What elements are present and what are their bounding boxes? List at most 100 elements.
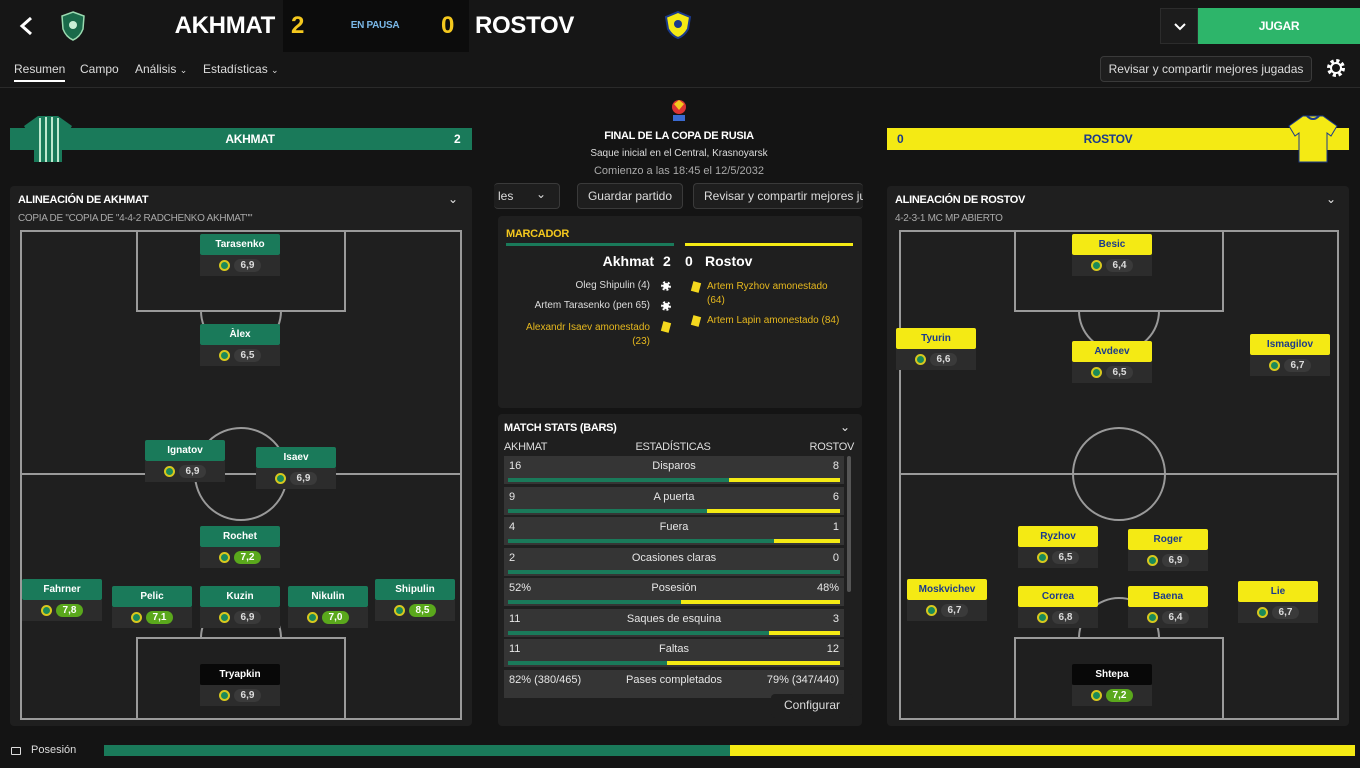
player-card[interactable]: Correa 6,8 bbox=[1018, 586, 1098, 628]
away-banner-score: 0 bbox=[897, 132, 904, 146]
form-icon bbox=[218, 690, 230, 701]
review-highlights-button[interactable]: Revisar y compartir mejores jugadas bbox=[1100, 56, 1312, 82]
player-card[interactable]: Besic 6,4 bbox=[1072, 234, 1152, 276]
review-share-button[interactable]: Revisar y compartir mejores ju bbox=[693, 183, 863, 209]
tab-estadisticas-label: Estadísticas bbox=[203, 62, 268, 76]
player-name: Besic bbox=[1072, 234, 1152, 255]
player-card[interactable]: Ismagilov 6,7 bbox=[1250, 334, 1330, 376]
form-icon bbox=[218, 552, 230, 563]
away-shirt-icon bbox=[1287, 112, 1339, 164]
stat-away-value: 48% bbox=[816, 582, 839, 594]
rating-value: 6,7 bbox=[940, 604, 969, 617]
rating-value: 6,7 bbox=[1283, 359, 1312, 372]
form-icon bbox=[130, 612, 142, 623]
stat-row: 16 Disparos 8 bbox=[504, 456, 844, 484]
rating-value: 6,4 bbox=[1105, 259, 1134, 272]
configure-button[interactable]: Configurar bbox=[771, 694, 853, 718]
player-card[interactable]: Tyurin 6,6 bbox=[896, 328, 976, 370]
footer-toggle-icon[interactable] bbox=[11, 747, 21, 755]
footer-label: Posesión bbox=[31, 744, 77, 756]
dropdown-button[interactable] bbox=[1160, 8, 1198, 44]
scoreboard-home-team: Akhmat bbox=[602, 253, 654, 269]
player-name: Ismagilov bbox=[1250, 334, 1330, 355]
rating-value: 7,0 bbox=[321, 611, 350, 624]
home-card-event: Alexandr Isaev amonestado (23) bbox=[526, 322, 650, 347]
player-card[interactable]: Tarasenko 6,9 bbox=[200, 234, 280, 276]
gear-icon[interactable] bbox=[1325, 57, 1347, 79]
tab-campo[interactable]: Campo bbox=[80, 62, 119, 76]
top-bar: AKHMAT 2 EN PAUSA 0 ROSTOV JUGAR bbox=[0, 0, 1360, 54]
player-card[interactable]: Nikulin 7,0 bbox=[288, 586, 368, 628]
stats-scrollbar[interactable] bbox=[847, 456, 851, 592]
player-name: Shtepa bbox=[1072, 664, 1152, 685]
home-shirt-icon bbox=[22, 112, 74, 164]
player-card[interactable]: Shtepa 7,2 bbox=[1072, 664, 1152, 706]
form-icon bbox=[274, 473, 286, 484]
player-card[interactable]: Roger 6,9 bbox=[1128, 529, 1208, 571]
form-icon bbox=[163, 466, 175, 477]
form-icon bbox=[306, 612, 318, 623]
home-banner-team: AKHMAT bbox=[225, 132, 275, 146]
player-card[interactable]: Isaev 6,9 bbox=[256, 447, 336, 489]
rating-value: 7,2 bbox=[1105, 689, 1134, 702]
form-icon bbox=[218, 350, 230, 361]
player-rating: 6,7 bbox=[907, 600, 987, 621]
save-match-button[interactable]: Guardar partido bbox=[577, 183, 683, 209]
player-rating: 8,5 bbox=[375, 600, 455, 621]
player-card[interactable]: Pelic 7,1 bbox=[112, 586, 192, 628]
player-rating: 6,5 bbox=[1072, 362, 1152, 383]
form-icon bbox=[1036, 612, 1048, 623]
form-icon bbox=[393, 605, 405, 616]
stat-label: Ocasiones claras bbox=[631, 551, 717, 564]
scoreboard-away-strip bbox=[685, 243, 853, 246]
player-card[interactable]: Tryapkin 6,9 bbox=[200, 664, 280, 706]
away-card-event: Artem Ryzhov amonestado (64) bbox=[707, 281, 828, 306]
tab-resumen[interactable]: Resumen bbox=[14, 62, 66, 82]
tab-estadisticas[interactable]: Estadísticas ⌄ bbox=[203, 62, 279, 76]
home-lineup-toggle-icon[interactable]: ⌄ bbox=[448, 192, 458, 206]
stat-row: 9A puerta 6 bbox=[504, 486, 844, 515]
player-rating: 6,5 bbox=[1018, 547, 1098, 568]
tab-analisis[interactable]: Análisis ⌄ bbox=[135, 62, 187, 76]
form-icon bbox=[1146, 612, 1158, 623]
stat-away-value: 0 bbox=[832, 551, 839, 564]
stats-away-header: ROSTOV bbox=[809, 441, 855, 453]
player-card[interactable]: Baena 6,4 bbox=[1128, 586, 1208, 628]
player-card[interactable]: Fahrner 7,8 bbox=[22, 579, 102, 621]
possession-bar bbox=[104, 745, 1355, 756]
player-rating: 7,1 bbox=[112, 607, 192, 628]
player-card[interactable]: Kuzin 6,9 bbox=[200, 586, 280, 628]
player-card[interactable]: Shipulin 8,5 bbox=[375, 579, 455, 621]
form-icon bbox=[1090, 260, 1102, 271]
player-rating: 6,9 bbox=[256, 468, 336, 489]
play-button[interactable]: JUGAR bbox=[1198, 8, 1360, 44]
away-banner-team: ROSTOV bbox=[1083, 132, 1133, 146]
home-pitch bbox=[20, 230, 462, 720]
player-card[interactable]: Ryzhov 6,5 bbox=[1018, 526, 1098, 568]
player-card[interactable]: Rochet 7,2 bbox=[200, 526, 280, 568]
venue: Saque inicial en el Central, Krasnoyarsk bbox=[590, 148, 768, 159]
player-name: Isaev bbox=[256, 447, 336, 468]
stat-bar bbox=[508, 539, 840, 543]
partial-button[interactable]: les ⌄ bbox=[494, 183, 560, 209]
rating-value: 6,9 bbox=[178, 465, 207, 478]
rating-value: 8,5 bbox=[408, 604, 437, 617]
player-card[interactable]: Avdeev 6,5 bbox=[1072, 341, 1152, 383]
stat-label: Disparos bbox=[652, 460, 696, 472]
back-icon[interactable] bbox=[16, 14, 38, 38]
player-card[interactable]: Ignatov 6,9 bbox=[145, 440, 225, 482]
player-card[interactable]: Lie 6,7 bbox=[1238, 581, 1318, 623]
form-icon bbox=[914, 354, 926, 365]
stat-bar bbox=[508, 630, 840, 635]
stats-toggle-icon[interactable]: ⌄ bbox=[840, 420, 850, 434]
scoreboard-title: MARCADOR bbox=[506, 228, 569, 240]
player-card[interactable]: Moskvichev 6,7 bbox=[907, 579, 987, 621]
player-name: Àlex bbox=[200, 324, 280, 345]
stat-label: Faltas bbox=[659, 643, 689, 655]
player-card[interactable]: Àlex 6,5 bbox=[200, 324, 280, 366]
stat-away-value: 3 bbox=[832, 612, 839, 625]
player-name: Fahrner bbox=[22, 579, 102, 600]
rating-value: 6,5 bbox=[1105, 366, 1134, 379]
player-name: Tryapkin bbox=[200, 664, 280, 685]
away-lineup-toggle-icon[interactable]: ⌄ bbox=[1326, 192, 1336, 206]
